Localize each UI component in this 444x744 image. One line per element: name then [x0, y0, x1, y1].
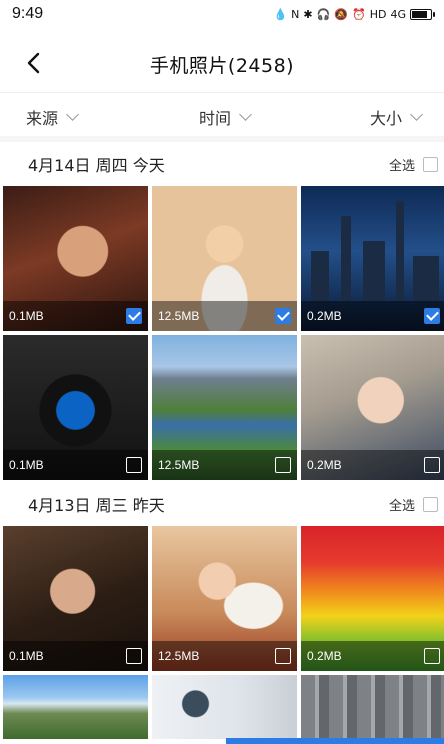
- section-header: 4月14日 周四 今天 全选: [0, 145, 444, 183]
- photo-caption: 0.2MB: [301, 641, 444, 671]
- photo-tile[interactable]: 12.5MB: [152, 186, 297, 331]
- photo-tile[interactable]: [152, 675, 297, 739]
- photo-caption: 12.5MB: [152, 450, 297, 480]
- tower-shape: [396, 201, 404, 301]
- chevron-down-icon: [410, 108, 423, 121]
- back-button[interactable]: [18, 48, 48, 78]
- photo-size: 12.5MB: [158, 309, 200, 323]
- filter-label: 大小: [370, 109, 403, 128]
- photo-tile[interactable]: 0.2MB: [301, 335, 444, 480]
- signal-label: 4G: [390, 7, 406, 21]
- status-time: 9:49: [12, 5, 44, 22]
- filter-time[interactable]: 时间: [199, 105, 252, 129]
- photo-tile[interactable]: 0.1MB: [3, 186, 148, 331]
- photo-checkbox[interactable]: [126, 457, 142, 473]
- photo-size: 0.1MB: [9, 309, 44, 323]
- photo-size: 0.1MB: [9, 649, 44, 663]
- headset-icon: 🎧: [316, 7, 331, 21]
- alarm-icon: ⏰: [352, 7, 366, 21]
- bottom-scroll-indicator: [226, 738, 444, 744]
- photo-tile[interactable]: 0.1MB: [3, 526, 148, 671]
- battery-icon: [410, 8, 435, 20]
- photo-checkbox[interactable]: [126, 308, 142, 324]
- photo-caption: 0.2MB: [301, 450, 444, 480]
- chevron-down-icon: [239, 108, 252, 121]
- chevron-left-icon: [27, 52, 40, 74]
- drop-icon: 💧: [273, 7, 288, 21]
- photo-checkbox[interactable]: [424, 308, 440, 324]
- section-date: 4月13日 周三 昨天: [28, 496, 165, 515]
- photo-caption: 12.5MB: [152, 301, 297, 331]
- photo-tile[interactable]: 12.5MB: [152, 526, 297, 671]
- photo-size: 12.5MB: [158, 458, 200, 472]
- filter-label: 来源: [26, 109, 59, 128]
- status-bar: 9:49 💧 N ✱ 🎧 🔕 ⏰ HD 4G: [0, 0, 444, 28]
- photo-size: 0.2MB: [307, 458, 342, 472]
- filter-bar: 来源 时间 大小: [0, 92, 444, 142]
- bluetooth-icon: ✱: [303, 7, 313, 21]
- photo-size: 0.2MB: [307, 309, 342, 323]
- photo-caption: 12.5MB: [152, 641, 297, 671]
- photo-size: 0.2MB: [307, 649, 342, 663]
- building-shape: [311, 251, 329, 301]
- mute-icon: 🔕: [334, 7, 349, 21]
- select-all-toggle[interactable]: 全选: [389, 155, 438, 174]
- photo-checkbox[interactable]: [424, 648, 440, 664]
- tower-shape: [341, 216, 351, 301]
- photo-checkbox[interactable]: [275, 308, 291, 324]
- photo-tile[interactable]: [301, 675, 444, 739]
- photo-tile[interactable]: 0.2MB: [301, 186, 444, 331]
- select-all-checkbox[interactable]: [423, 496, 438, 512]
- filter-source[interactable]: 来源: [26, 105, 79, 129]
- photo-tile[interactable]: [3, 675, 148, 739]
- chevron-down-icon: [66, 108, 79, 121]
- filter-label: 时间: [199, 109, 232, 128]
- section-header: 4月13日 周三 昨天 全选: [0, 485, 444, 523]
- building-shape: [413, 256, 439, 301]
- select-all-toggle[interactable]: 全选: [389, 495, 438, 514]
- photo-checkbox[interactable]: [126, 648, 142, 664]
- photo-caption: 0.2MB: [301, 301, 444, 331]
- photo-grid: 0.1MB 12.5MB 0.2MB 0.1MB 12.5MB 0.2MB: [3, 186, 444, 480]
- photo-checkbox[interactable]: [275, 457, 291, 473]
- select-all-label: 全选: [388, 158, 415, 174]
- select-all-label: 全选: [388, 498, 415, 514]
- network-label: HD: [369, 7, 387, 21]
- section-date: 4月14日 周四 今天: [28, 156, 165, 175]
- app-header: 手机照片(2458): [0, 36, 444, 92]
- photo-checkbox[interactable]: [275, 648, 291, 664]
- photo-tile[interactable]: 0.1MB: [3, 335, 148, 480]
- select-all-checkbox[interactable]: [423, 156, 438, 172]
- photo-caption: 0.1MB: [3, 450, 148, 480]
- photo-checkbox[interactable]: [424, 457, 440, 473]
- nfc-icon: N: [291, 7, 300, 21]
- photo-grid: 0.1MB 12.5MB 0.2MB: [3, 526, 444, 739]
- building-shape: [363, 241, 385, 301]
- status-icons: 💧 N ✱ 🎧 🔕 ⏰ HD 4G: [273, 7, 435, 21]
- photo-caption: 0.1MB: [3, 301, 148, 331]
- photo-size: 12.5MB: [158, 649, 200, 663]
- filter-size[interactable]: 大小: [370, 105, 423, 129]
- photo-tile[interactable]: 12.5MB: [152, 335, 297, 480]
- photo-tile[interactable]: 0.2MB: [301, 526, 444, 671]
- page-title: 手机照片(2458): [149, 54, 295, 77]
- photo-size: 0.1MB: [9, 458, 44, 472]
- photo-caption: 0.1MB: [3, 641, 148, 671]
